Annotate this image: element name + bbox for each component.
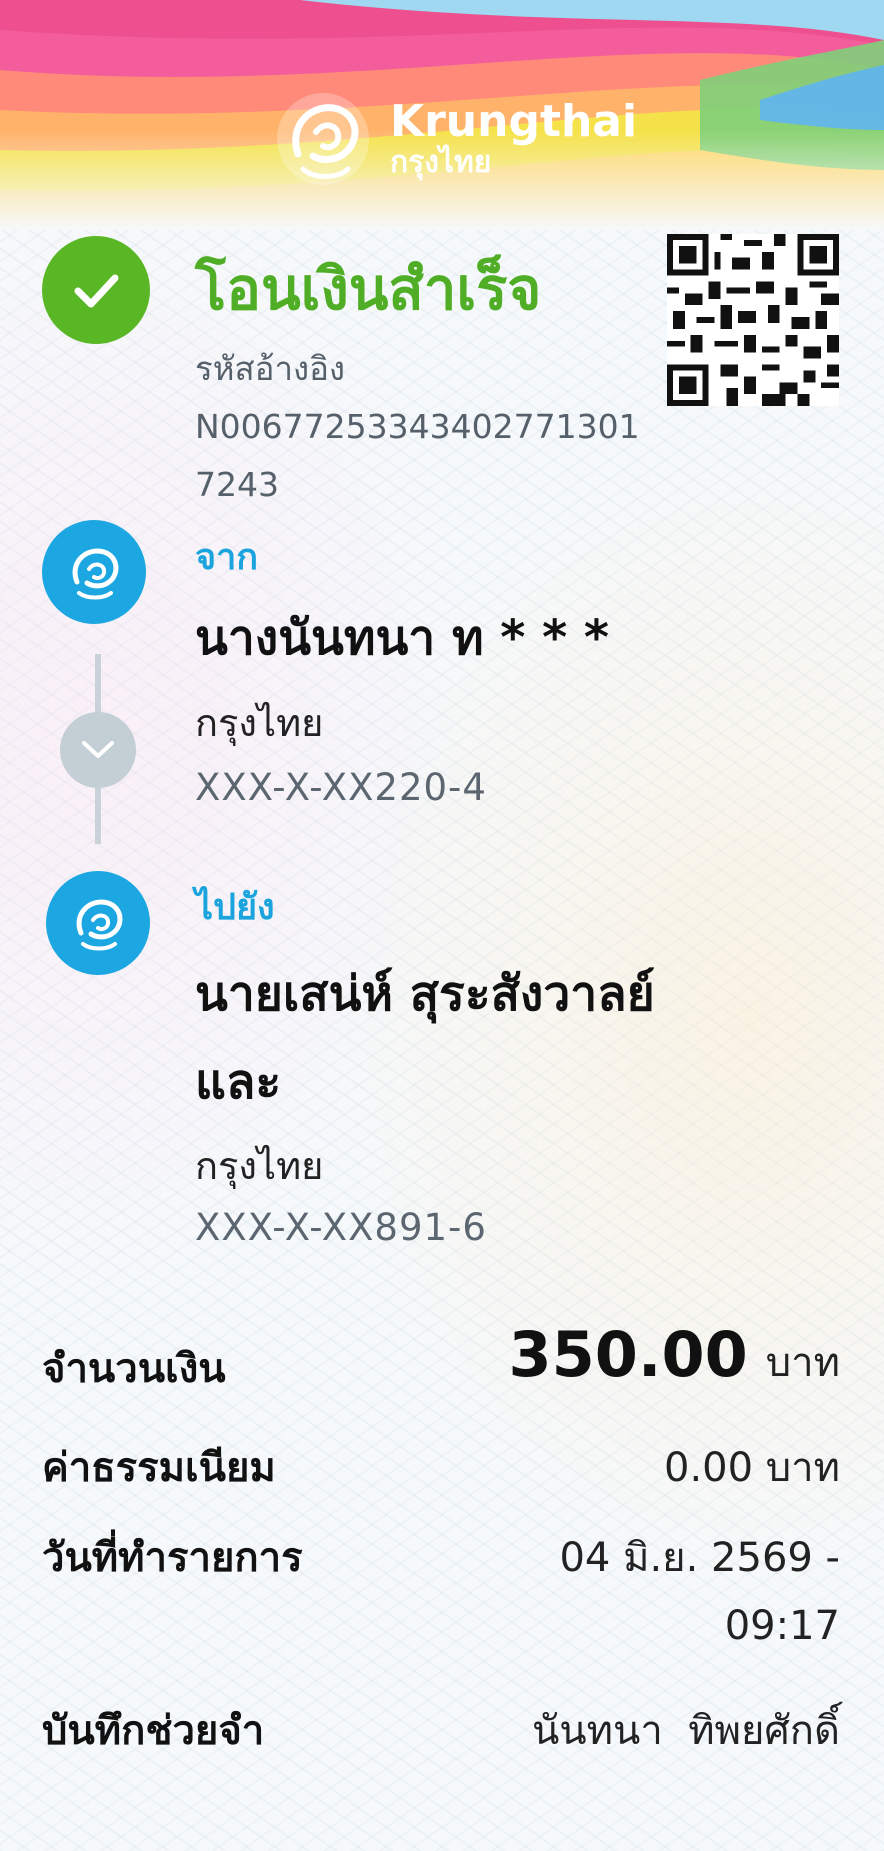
- recipient-bank-avatar: [46, 871, 150, 975]
- recipient-name: นายเสน่ห์ สุระสังวาลย์: [195, 966, 655, 1022]
- date-label: วันที่ทำรายการ: [42, 1535, 303, 1581]
- amount-value: 350.00: [508, 1318, 748, 1391]
- chevron-down-icon: [82, 741, 114, 758]
- time-value: 09:17: [724, 1603, 840, 1649]
- phoenix-logo-icon: [76, 899, 123, 951]
- amount-value-row: 350.00 บาท: [509, 1318, 840, 1394]
- amount-unit: บาท: [765, 1340, 840, 1386]
- recipient-bank: กรุงไทย: [195, 1144, 324, 1188]
- check-icon: [74, 274, 119, 308]
- fee-value: 0.00 บาท: [664, 1445, 840, 1491]
- reference-label: รหัสอ้างอิง: [195, 349, 346, 388]
- slip-content: โอนเงินสำเร็จ รหัสอ้างอิง N0067725334340…: [0, 0, 884, 1851]
- recipient-account: XXX-X-XX891-6: [195, 1206, 487, 1249]
- amount-label: จำนวนเงิน: [42, 1346, 226, 1392]
- sender-bank: กรุงไทย: [195, 701, 324, 745]
- sender-bank-avatar: [42, 520, 146, 624]
- recipient-name-line2: และ: [195, 1054, 282, 1110]
- status-title: โอนเงินสำเร็จ: [195, 255, 542, 323]
- transfer-direction-button: [60, 712, 136, 788]
- qr-code-icon[interactable]: [667, 234, 839, 406]
- sender-name: นางนันทนา ท * * *: [195, 610, 610, 666]
- phoenix-logo-icon: [72, 548, 119, 600]
- success-status-icon: [42, 236, 150, 344]
- memo-label: บันทึกช่วยจำ: [42, 1708, 265, 1754]
- to-label: ไปยัง: [195, 887, 275, 928]
- memo-value: นันทนา ทิพยศักดิ์: [531, 1708, 840, 1754]
- date-value: 04 มิ.ย. 2569 -: [559, 1535, 840, 1581]
- fee-label: ค่าธรรมเนียม: [42, 1445, 276, 1491]
- reference-value: N006772533434027713017243: [195, 407, 640, 504]
- from-label: จาก: [195, 537, 259, 578]
- sender-account: XXX-X-XX220-4: [195, 766, 487, 809]
